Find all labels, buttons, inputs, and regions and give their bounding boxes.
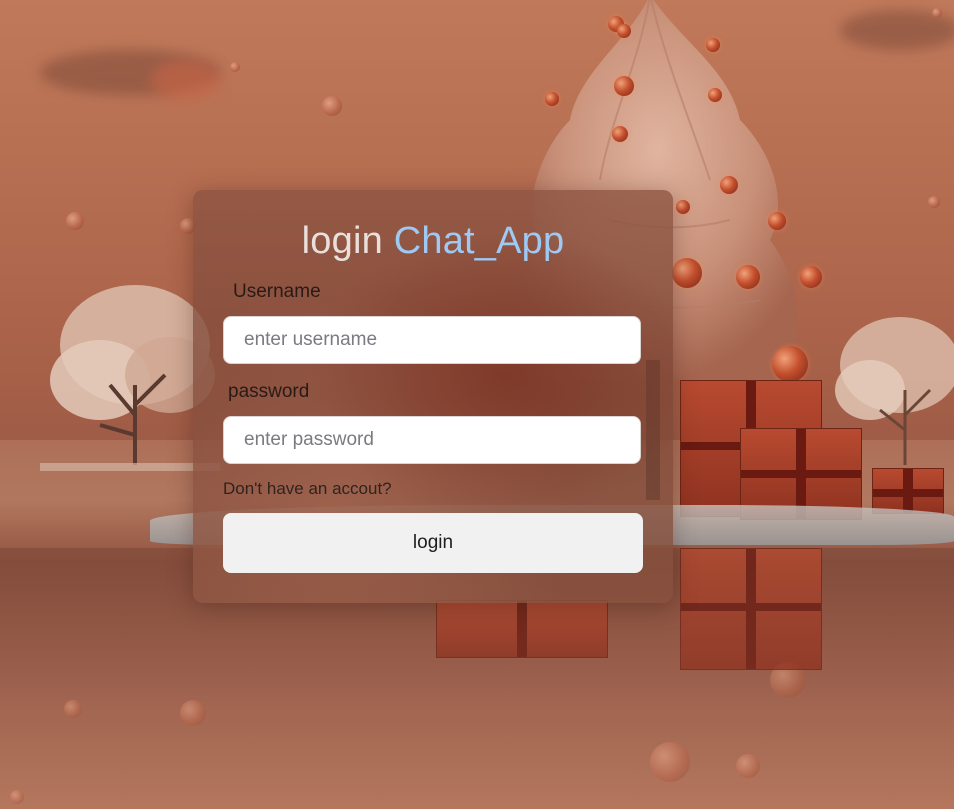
gift-box-reflection bbox=[436, 600, 608, 658]
app-name: Chat_App bbox=[393, 220, 565, 262]
ornament-ball bbox=[676, 200, 690, 214]
password-label: password bbox=[228, 381, 310, 402]
ornament-ball bbox=[617, 24, 631, 38]
floating-bubble bbox=[230, 62, 240, 72]
ornament-ball bbox=[614, 76, 634, 96]
gift-box bbox=[872, 468, 944, 514]
login-title-prefix: login bbox=[301, 220, 383, 262]
background-scene: login Chat_App Username password Don't h… bbox=[0, 0, 954, 809]
floating-bubble bbox=[66, 212, 84, 230]
ornament-ball bbox=[545, 92, 559, 106]
gift-box-reflection bbox=[680, 548, 822, 670]
floating-bubble bbox=[322, 96, 342, 116]
signup-link[interactable]: Don't have an accout? bbox=[223, 479, 392, 499]
cloud-shape bbox=[150, 60, 220, 100]
floating-bubble bbox=[928, 196, 940, 208]
ornament-ball bbox=[720, 176, 738, 194]
username-input[interactable] bbox=[223, 316, 641, 364]
password-input[interactable] bbox=[223, 416, 641, 464]
ornament-ball bbox=[768, 212, 786, 230]
ornament-ball bbox=[706, 38, 720, 52]
ornament-ball bbox=[612, 126, 628, 142]
ornament-ball bbox=[800, 266, 822, 288]
ornament-ball bbox=[736, 265, 760, 289]
login-button[interactable]: login bbox=[223, 513, 643, 573]
ornament-ball bbox=[708, 88, 722, 102]
login-card: login Chat_App Username password Don't h… bbox=[193, 190, 673, 603]
floating-bubble bbox=[932, 8, 942, 18]
ornament-ball bbox=[772, 346, 808, 382]
ornament-ball bbox=[672, 258, 702, 288]
username-label: Username bbox=[233, 281, 321, 302]
login-title: login Chat_App bbox=[193, 220, 673, 263]
